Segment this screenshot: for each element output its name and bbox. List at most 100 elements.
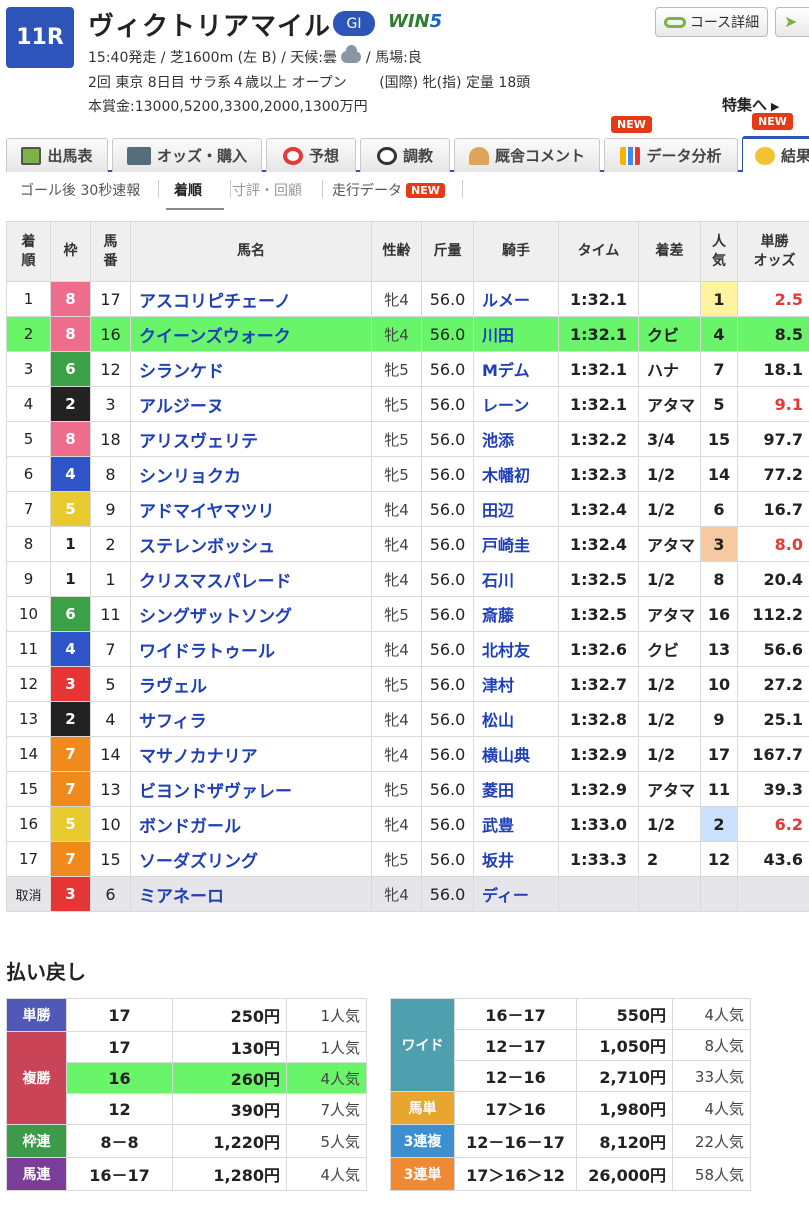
cell-name[interactable]: シランケド [130,351,372,387]
cell-name[interactable]: アスコリピチェーノ [130,281,372,317]
table-icon [21,146,42,165]
cell-jockey[interactable]: 北村友 [473,631,559,667]
cell-waku: 1 [50,561,91,597]
waku-badge: 3 [51,877,90,911]
cell-time: 1:32.2 [558,421,639,457]
cell-name[interactable]: ワイドラトゥール [130,631,372,667]
cell-name[interactable]: マサノカナリア [130,736,372,772]
cell-name[interactable]: ステレンボッシュ [130,526,372,562]
cell-name[interactable]: ラヴェル [130,666,372,702]
payout-type-label: 複勝 [6,1031,67,1125]
cell-name[interactable]: アドマイヤマツリ [130,491,372,527]
header-time: タイム [558,221,639,282]
cell-jockey[interactable]: ディー [473,876,559,912]
payout-combo: 17＞16＞12 [454,1157,577,1191]
cell-time: 1:32.7 [558,666,639,702]
cell-waku: 7 [50,736,91,772]
cell-pop: 16 [700,596,738,632]
course-detail-button[interactable]: コース詳細 [655,7,768,37]
cell-name[interactable]: ミアネーロ [130,876,372,912]
payout-combo: 12－16 [454,1060,577,1092]
header-sex: 性齢 [371,221,422,282]
table-row: 12 3 5 ラヴェル 牝5 56.0 津村 1:32.7 1/2 10 27.2 [6,666,809,702]
cell-weight: 56.0 [421,876,474,912]
cell-umaban: 7 [90,631,131,667]
payout-amount: 1,980円 [576,1091,673,1125]
cell-jockey[interactable]: 坂井 [473,841,559,877]
payout-pop: 58人気 [672,1157,751,1191]
cell-waku: 1 [50,526,91,562]
cell-odds: 112.2 [737,596,809,632]
tab-choukyou[interactable]: 調教 [360,138,450,172]
cell-jockey[interactable]: 田辺 [473,491,559,527]
cell-jockey[interactable]: 石川 [473,561,559,597]
cell-rank: 9 [6,561,51,597]
subtab-running-data[interactable]: 走行データ NEW [332,180,445,200]
cell-jockey[interactable]: 菱田 [473,771,559,807]
header-odds: 単勝 オッズ [737,221,809,282]
tab-shutsuba[interactable]: 出馬表 [6,138,108,172]
cell-jockey[interactable]: レーン [473,386,559,422]
new-badge: NEW [406,183,445,198]
cell-name[interactable]: クイーンズウォーク [130,316,372,352]
waku-badge: 4 [51,632,90,666]
tab-comment[interactable]: 厩舎コメント [454,138,600,172]
cell-pop: 14 [700,456,738,492]
cell-pop: 8 [700,561,738,597]
subtab-quick-result[interactable]: ゴール後 30秒速報 [20,180,140,200]
cell-diff: 3/4 [638,421,701,457]
cell-time: 1:32.5 [558,596,639,632]
cell-sex: 牝5 [371,771,422,807]
tokushu-link[interactable]: 特集へ ▶ [722,94,779,115]
cell-waku: 2 [50,701,91,737]
payout-amount: 550円 [576,998,673,1030]
cell-jockey[interactable]: 木幡初 [473,456,559,492]
cell-name[interactable]: アリスヴェリテ [130,421,372,457]
tab-odds[interactable]: オッズ・購入 [112,138,262,172]
cell-name[interactable]: シンリョクカ [130,456,372,492]
cell-time [558,876,639,912]
cell-jockey[interactable]: 戸崎圭 [473,526,559,562]
cell-jockey[interactable]: 池添 [473,421,559,457]
subtab-finish-order[interactable]: 着順 [174,180,202,200]
tab-yosou[interactable]: 予想 [266,138,356,172]
cell-jockey[interactable]: Mデム [473,351,559,387]
cell-jockey[interactable]: 斎藤 [473,596,559,632]
payout-amount: 1,280円 [172,1157,287,1191]
cell-pop: 13 [700,631,738,667]
cell-odds: 8.0 [737,526,809,562]
cell-name[interactable]: ソーダズリング [130,841,372,877]
cell-jockey[interactable]: 川田 [473,316,559,352]
tab-result[interactable]: 結果 [742,136,809,172]
divider [158,180,159,198]
cell-name[interactable]: ビヨンドザヴァレー [130,771,372,807]
cell-name[interactable]: シングザットソング [130,596,372,632]
cell-jockey[interactable]: 武豊 [473,806,559,842]
cell-umaban: 8 [90,456,131,492]
cell-pop: 12 [700,841,738,877]
cell-name[interactable]: アルジーヌ [130,386,372,422]
cell-name[interactable]: ボンドガール [130,806,372,842]
payout-row: ワイド 16－17 550円 4人気 [390,998,751,1092]
cell-name[interactable]: サフィラ [130,701,372,737]
subtab-review[interactable]: 寸評・回顧 [232,180,302,200]
payout-amount: 390円 [172,1093,287,1125]
cell-waku: 6 [50,351,91,387]
tab-data-analysis[interactable]: データ分析 [604,138,738,172]
payout-pop: 1人気 [286,1031,367,1063]
cell-umaban: 6 [90,876,131,912]
waku-badge: 8 [51,282,90,316]
cell-diff: アタマ [638,526,701,562]
cell-jockey[interactable]: 横山典 [473,736,559,772]
payout-combo: 16－17 [66,1157,173,1191]
cell-time: 1:32.3 [558,456,639,492]
cell-jockey[interactable]: 松山 [473,701,559,737]
cell-name[interactable]: クリスマスパレード [130,561,372,597]
cell-rank: 15 [6,771,51,807]
cell-umaban: 17 [90,281,131,317]
cell-rank: 10 [6,596,51,632]
cell-jockey[interactable]: ルメー [473,281,559,317]
next-race-button[interactable]: ➤ [775,7,809,37]
cell-jockey[interactable]: 津村 [473,666,559,702]
header-jockey: 騎手 [473,221,559,282]
